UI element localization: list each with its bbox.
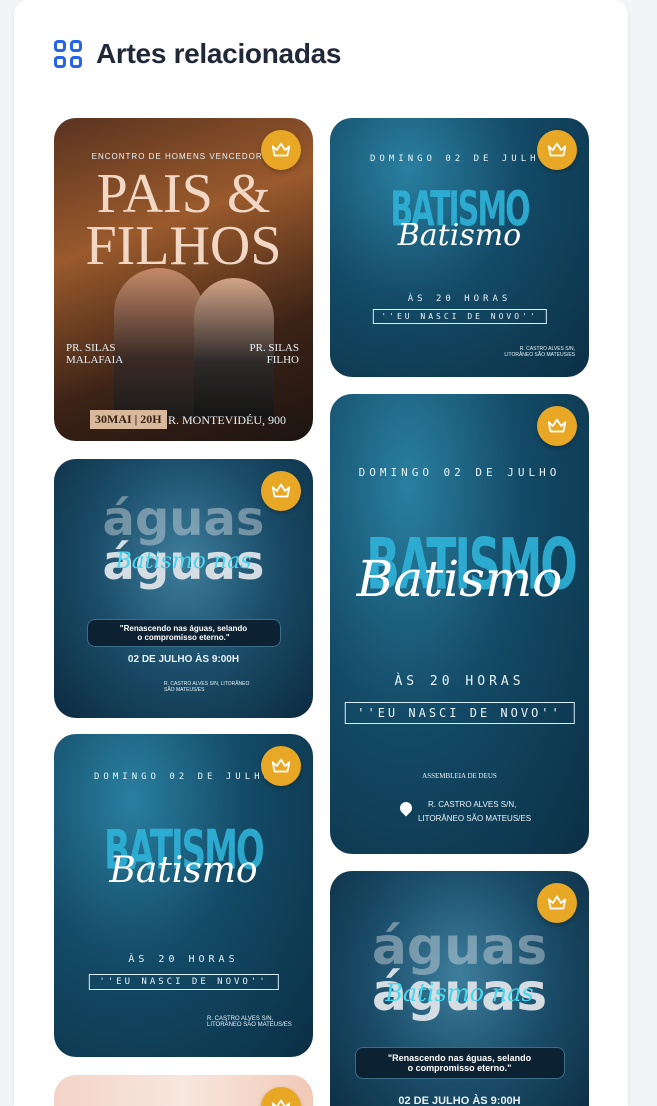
art-card-batismo-nas-aguas[interactable]: águas águas Batismo nas "Renascendo nas … xyxy=(54,459,313,718)
premium-crown-icon xyxy=(537,130,577,170)
art-time: ÀS 20 HORAS xyxy=(407,294,512,304)
premium-crown-icon xyxy=(261,130,301,170)
section-title: Artes relacionadas xyxy=(96,38,342,69)
art-quote-line2: o compromisso eterno." xyxy=(407,1063,512,1073)
art-script-word: Batismo nas xyxy=(385,979,534,1007)
art-address: R. CASTRO ALVES S/N, LITORÂNEO SÃO MATEU… xyxy=(504,346,575,358)
premium-crown-icon xyxy=(261,471,301,511)
art-address-line2: LITORÂNEO SÃO MATEUS/ES xyxy=(418,814,532,823)
art-time: ÀS 20 HORAS xyxy=(394,674,525,689)
art-quote-line2: o compromisso eterno." xyxy=(137,633,230,642)
art-quote-line1: "Renascendo nas águas, selando xyxy=(119,624,248,633)
art-quote: "Renascendo nas águas, selando o comprom… xyxy=(86,619,281,647)
speaker-left-name: PR. SILAS MALAFAIA xyxy=(66,342,124,366)
art-card-batismo-tall[interactable]: DOMINGO 02 DE JULHO BATISMO Batismo ÀS 2… xyxy=(330,394,589,854)
premium-crown-icon xyxy=(261,746,301,786)
art-date-box: 30MAI | 20H xyxy=(90,410,167,429)
art-title-line1: PAIS & xyxy=(96,163,271,225)
location-pin-icon xyxy=(397,799,415,817)
premium-crown-icon xyxy=(537,883,577,923)
art-card-batismo[interactable]: DOMINGO 02 DE JULHO BATISMO Batismo ÀS 2… xyxy=(330,118,589,377)
section-header: Artes relacionadas xyxy=(54,38,341,70)
art-church: ASSEMBLEIA DE DEUS xyxy=(422,772,497,780)
art-title-line2: FILHOS xyxy=(85,215,282,277)
speaker-right-name: PR. SILAS FILHO xyxy=(249,342,299,366)
art-slogan: ''EU NASCI DE NOVO'' xyxy=(344,702,575,724)
art-date: 02 DE JULHO ÀS 9:00H xyxy=(398,1095,521,1106)
art-slogan: ''EU NASCI DE NOVO'' xyxy=(372,309,547,324)
art-card-pais-filhos[interactable]: ENCONTRO DE HOMENS VENCEDORES PAIS & FIL… xyxy=(54,118,313,441)
art-time: ÀS 20 HORAS xyxy=(128,954,239,965)
art-address-line1: R. CASTRO ALVES S/N, xyxy=(428,800,517,809)
art-date: 02 DE JULHO ÀS 9:00H xyxy=(127,654,240,665)
art-slogan: ''EU NASCI DE NOVO'' xyxy=(88,974,279,990)
related-arts-panel: Artes relacionadas ENCONTRO DE HOMENS VE… xyxy=(14,0,628,1106)
art-date: DOMINGO 02 DE JULHO xyxy=(358,466,561,479)
premium-crown-icon xyxy=(537,406,577,446)
art-card-batismo-nas-aguas-2[interactable]: águas águas Batismo nas "Renascendo nas … xyxy=(330,871,589,1106)
art-quote: "Renascendo nas águas, selando o comprom… xyxy=(354,1047,565,1079)
art-script-word: Batismo xyxy=(109,850,258,891)
art-address: R. CASTRO ALVES S/N, LITORÂNEO SÃO MATEU… xyxy=(207,1016,292,1028)
art-script-word: Batismo xyxy=(397,218,522,253)
art-quote-line1: "Renascendo nas águas, selando xyxy=(387,1053,532,1063)
art-address: R. CASTRO ALVES S/N, LITORÂNEO SÃO MATEU… xyxy=(164,681,250,693)
premium-crown-icon xyxy=(261,1087,301,1106)
art-address: R. MONTEVIDÉU, 900 xyxy=(168,413,286,427)
art-script-word: Batismo nas xyxy=(115,549,252,574)
art-card-partial[interactable] xyxy=(54,1075,313,1106)
art-card-batismo-2[interactable]: DOMINGO 02 DE JULHO BATISMO Batismo ÀS 2… xyxy=(54,734,313,1057)
grid-icon xyxy=(54,40,82,68)
art-script-word: Batismo xyxy=(356,550,563,608)
